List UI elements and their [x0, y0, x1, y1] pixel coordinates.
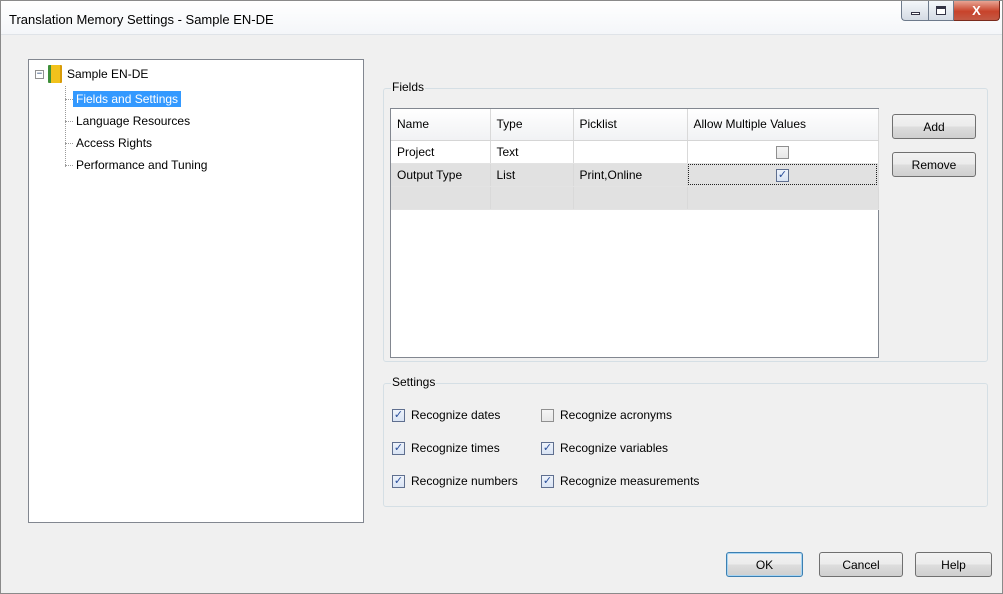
- close-icon: X: [972, 3, 981, 18]
- maximize-icon: [936, 6, 946, 15]
- cell-type[interactable]: List: [490, 163, 574, 187]
- cancel-button[interactable]: Cancel: [819, 552, 903, 577]
- recognize-dates-option[interactable]: ✓ Recognize dates: [392, 406, 500, 424]
- recognize-times-option[interactable]: ✓ Recognize times: [392, 439, 500, 457]
- remove-button[interactable]: Remove: [892, 152, 976, 177]
- recognize-variables-option[interactable]: ✓ Recognize variables: [541, 439, 668, 457]
- allow-multiple-checkbox[interactable]: ✓: [776, 168, 789, 182]
- allow-multiple-checkbox[interactable]: [776, 145, 789, 159]
- tree-item-label: Language Resources: [76, 114, 191, 128]
- settings-tree[interactable]: − Sample EN-DE Fields and Settings Langu…: [28, 59, 364, 523]
- tree-root-node[interactable]: − Sample EN-DE: [35, 65, 149, 83]
- add-button[interactable]: Add: [892, 114, 976, 139]
- cell-picklist[interactable]: Print,Online: [573, 163, 688, 187]
- column-header-name[interactable]: Name: [391, 109, 491, 141]
- tree-item-label: Performance and Tuning: [76, 158, 208, 172]
- recognize-acronyms-checkbox[interactable]: [541, 408, 554, 422]
- tree-item-language-resources[interactable]: Language Resources: [65, 112, 193, 130]
- caption-buttons: X: [901, 1, 1000, 21]
- cell-allow-multiple[interactable]: ✓: [687, 163, 879, 187]
- recognize-variables-checkbox[interactable]: ✓: [541, 441, 554, 455]
- tree-item-label: Fields and Settings: [73, 91, 182, 107]
- maximize-button[interactable]: [928, 1, 954, 21]
- recognize-measurements-option[interactable]: ✓ Recognize measurements: [541, 472, 699, 490]
- ok-button[interactable]: OK: [726, 552, 803, 577]
- fields-header-row: Name Type Picklist Allow Multiple Values: [391, 109, 879, 141]
- cell-picklist[interactable]: [573, 140, 688, 164]
- tree-item-label: Access Rights: [76, 136, 153, 150]
- cell-name[interactable]: Project: [391, 140, 491, 164]
- new-row[interactable]: [391, 186, 879, 210]
- fields-caption: Fields: [391, 80, 426, 94]
- close-button[interactable]: X: [954, 1, 1000, 21]
- column-header-picklist[interactable]: Picklist: [573, 109, 688, 141]
- fields-grid[interactable]: Name Type Picklist Allow Multiple Values…: [390, 108, 879, 358]
- table-row[interactable]: Project Text: [391, 140, 879, 164]
- column-header-allow-multiple[interactable]: Allow Multiple Values: [687, 109, 879, 141]
- recognize-numbers-option[interactable]: ✓ Recognize numbers: [392, 472, 518, 490]
- tree-root-label: Sample EN-DE: [67, 67, 149, 81]
- recognize-times-checkbox[interactable]: ✓: [392, 441, 405, 455]
- fields-table: Name Type Picklist Allow Multiple Values…: [391, 109, 879, 210]
- settings-caption: Settings: [391, 375, 437, 389]
- recognize-acronyms-option[interactable]: Recognize acronyms: [541, 406, 672, 424]
- minimize-icon: [910, 12, 920, 15]
- cell-name[interactable]: Output Type: [391, 163, 491, 187]
- tree-item-fields-and-settings[interactable]: Fields and Settings: [65, 90, 182, 108]
- window-title: Translation Memory Settings - Sample EN-…: [9, 12, 274, 27]
- tree-item-access-rights[interactable]: Access Rights: [65, 134, 155, 152]
- tree-item-performance-and-tuning[interactable]: Performance and Tuning: [65, 156, 210, 174]
- collapse-icon[interactable]: −: [35, 69, 44, 79]
- recognize-dates-checkbox[interactable]: ✓: [392, 408, 405, 422]
- cell-type[interactable]: Text: [490, 140, 574, 164]
- dialog-window: Translation Memory Settings - Sample EN-…: [0, 0, 1003, 594]
- minimize-button[interactable]: [901, 1, 928, 21]
- recognize-numbers-checkbox[interactable]: ✓: [392, 474, 405, 488]
- title-bar[interactable]: Translation Memory Settings - Sample EN-…: [1, 1, 1002, 35]
- cell-allow-multiple[interactable]: [687, 140, 879, 164]
- table-row[interactable]: Output Type List Print,Online ✓: [391, 163, 879, 187]
- recognize-measurements-checkbox[interactable]: ✓: [541, 474, 554, 488]
- column-header-type[interactable]: Type: [490, 109, 574, 141]
- help-button[interactable]: Help: [915, 552, 992, 577]
- translation-memory-icon: [48, 65, 62, 83]
